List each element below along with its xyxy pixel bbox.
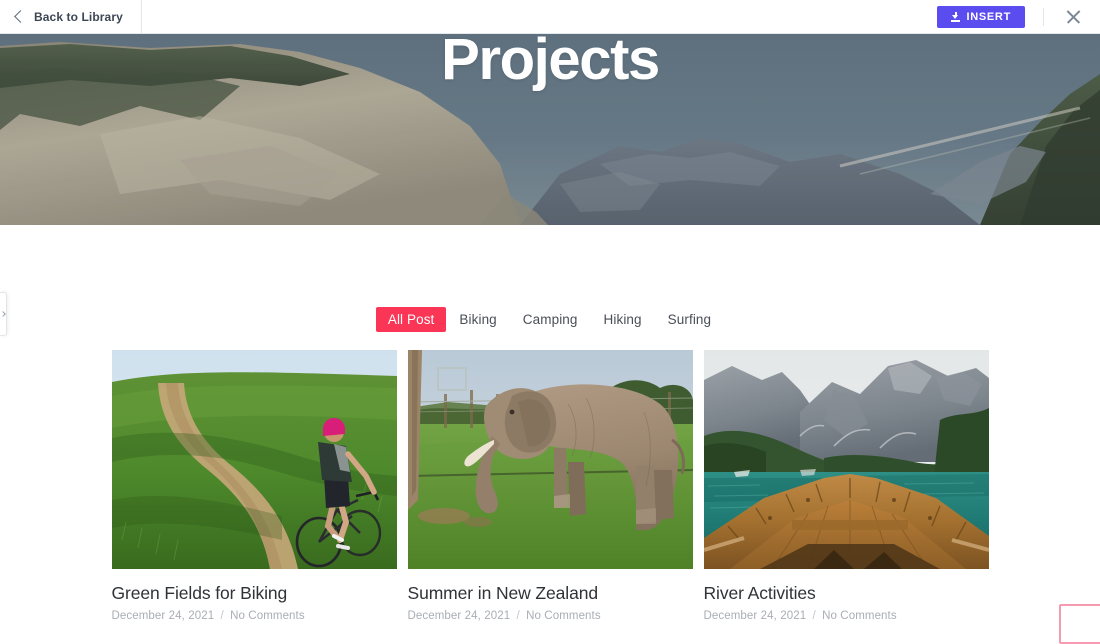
filter-hiking[interactable]: Hiking <box>591 307 655 332</box>
category-filter-bar: All Post Biking Camping Hiking Surfing <box>0 307 1100 332</box>
cyclist-on-green-hill-image <box>111 350 397 569</box>
post-date: December 24, 2021 <box>407 610 511 622</box>
hero-banner: Projects <box>0 34 1100 225</box>
post-meta: December 24, 2021 / No Comments <box>408 610 693 622</box>
floating-corner-panel[interactable] <box>1059 604 1100 644</box>
post-meta: December 24, 2021 / No Comments <box>112 610 397 622</box>
filter-camping[interactable]: Camping <box>510 307 591 332</box>
filter-all-post[interactable]: All Post <box>375 307 447 332</box>
panel-expand-handle[interactable] <box>0 292 7 336</box>
post-meta-separator: / <box>516 610 520 622</box>
chevron-left-icon <box>14 10 27 23</box>
post-comments[interactable]: No Comments <box>230 610 305 622</box>
post-date: December 24, 2021 <box>703 610 807 622</box>
download-icon <box>951 11 961 22</box>
post-grid: Green Fields for Biking December 24, 202… <box>0 350 1100 622</box>
back-to-library-button[interactable]: Back to Library <box>0 0 142 34</box>
topbar-actions: INSERT <box>937 0 1100 34</box>
post-title[interactable]: River Activities <box>704 583 989 604</box>
elephant-in-field-image <box>407 350 693 569</box>
post-title[interactable]: Summer in New Zealand <box>408 583 693 604</box>
filter-biking[interactable]: Biking <box>446 307 509 332</box>
editor-topbar: Back to Library INSERT <box>0 0 1100 34</box>
post-date: December 24, 2021 <box>111 610 215 622</box>
post-comments[interactable]: No Comments <box>526 610 601 622</box>
close-icon[interactable] <box>1060 3 1088 31</box>
post-meta-separator: / <box>812 610 816 622</box>
hero-title: Projects <box>441 34 660 92</box>
filter-surfing[interactable]: Surfing <box>655 307 724 332</box>
topbar-divider <box>1043 7 1044 26</box>
post-thumbnail[interactable] <box>407 350 693 569</box>
insert-button[interactable]: INSERT <box>937 5 1025 28</box>
post-comments[interactable]: No Comments <box>822 610 897 622</box>
insert-button-label: INSERT <box>966 10 1011 23</box>
post-title[interactable]: Green Fields for Biking <box>112 583 397 604</box>
page-content: All Post Biking Camping Hiking Surfing G… <box>0 225 1100 622</box>
post-thumbnail[interactable] <box>111 350 397 569</box>
back-to-library-label: Back to Library <box>34 9 123 24</box>
post-thumbnail[interactable] <box>703 350 989 569</box>
post-meta: December 24, 2021 / No Comments <box>704 610 989 622</box>
post-meta-separator: / <box>220 610 224 622</box>
wooden-boat-on-alpine-lake-image <box>703 350 989 569</box>
post-card[interactable]: Summer in New Zealand December 24, 2021 … <box>407 350 693 622</box>
post-card[interactable]: Green Fields for Biking December 24, 202… <box>111 350 397 622</box>
chevron-right-icon <box>0 311 6 317</box>
post-card[interactable]: River Activities December 24, 2021 / No … <box>703 350 989 622</box>
